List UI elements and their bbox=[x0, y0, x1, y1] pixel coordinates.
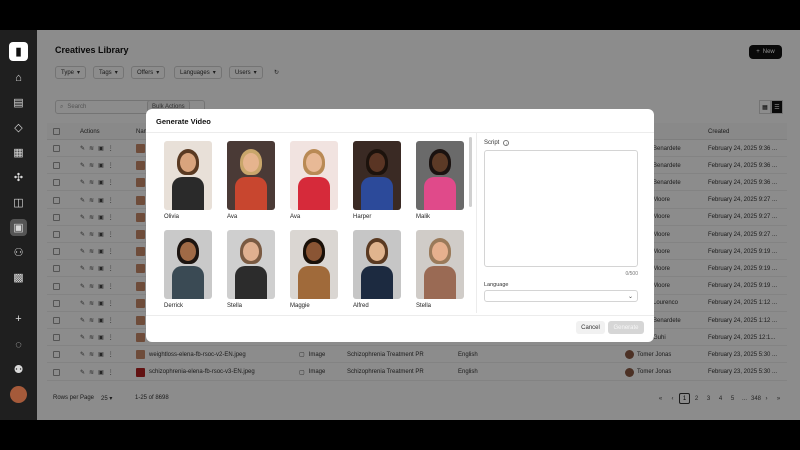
info-icon[interactable]: i bbox=[503, 140, 510, 146]
script-label: Script i bbox=[484, 140, 510, 146]
home-icon[interactable]: ⌂ bbox=[10, 69, 27, 86]
avatar-preview-image[interactable] bbox=[290, 230, 338, 299]
avatar-name: Olivia bbox=[164, 214, 180, 220]
avatar-card[interactable]: Stella bbox=[227, 230, 275, 311]
avatar-preview-image[interactable] bbox=[353, 141, 401, 210]
users-icon[interactable]: ⚉ bbox=[10, 361, 27, 378]
avatar-card[interactable]: Harper bbox=[353, 141, 401, 222]
avatar-name: Harper bbox=[353, 214, 372, 220]
avatar-card[interactable]: Alfred bbox=[353, 230, 401, 311]
divider bbox=[476, 133, 477, 313]
avatar-preview-image[interactable] bbox=[164, 141, 212, 210]
network-icon[interactable]: ✣ bbox=[10, 169, 27, 186]
avatar-preview-image[interactable] bbox=[416, 230, 464, 299]
avatar-name: Maggie bbox=[290, 303, 310, 309]
avatar-preview-image[interactable] bbox=[353, 230, 401, 299]
org-icon[interactable]: ⚇ bbox=[10, 244, 27, 261]
grid-icon[interactable]: ▦ bbox=[10, 144, 27, 161]
avatar-name: Ava bbox=[227, 214, 238, 220]
apps-icon[interactable]: ▩ bbox=[10, 269, 27, 286]
avatar-preview-image[interactable] bbox=[416, 141, 464, 210]
avatar-name: Derrick bbox=[164, 303, 183, 309]
divider bbox=[146, 315, 654, 316]
avatar-card[interactable]: Malik bbox=[416, 141, 464, 222]
library-icon[interactable]: ▤ bbox=[10, 94, 27, 111]
avatar-card[interactable]: Stella bbox=[416, 230, 464, 311]
app-frame: ▮ ⌂ ▤ ◇ ▦ ✣ ◫ ▣ ⚇ ▩ + ◌ ⚉ Creatives Libr… bbox=[0, 30, 800, 420]
avatar-grid: Olivia Ava Ava Harper Malik Derrick Stel… bbox=[156, 137, 474, 317]
script-char-counter: 0/500 bbox=[625, 271, 638, 277]
language-select[interactable]: ⌄ bbox=[484, 290, 638, 302]
tag-icon[interactable]: ◇ bbox=[10, 119, 27, 136]
generate-button[interactable]: Generate bbox=[608, 321, 644, 334]
avatar-card[interactable]: Ava bbox=[290, 141, 338, 222]
logo-icon[interactable]: ▮ bbox=[9, 42, 28, 61]
modal-title: Generate Video bbox=[156, 117, 211, 126]
plus-icon[interactable]: + bbox=[10, 310, 27, 327]
cancel-button[interactable]: Cancel bbox=[576, 321, 605, 334]
avatar-card[interactable]: Maggie bbox=[290, 230, 338, 311]
avatar-preview-image[interactable] bbox=[290, 141, 338, 210]
avatar-name: Stella bbox=[227, 303, 243, 309]
generate-video-modal: Generate Video Olivia Ava Ava Harper Mal… bbox=[146, 109, 654, 342]
avatar-name: Ava bbox=[290, 214, 301, 220]
avatar-preview-image[interactable] bbox=[164, 230, 212, 299]
chat-icon[interactable]: ▣ bbox=[10, 219, 27, 236]
avatar-scrollbar[interactable] bbox=[469, 137, 472, 207]
bell-icon[interactable]: ◌ bbox=[10, 336, 27, 353]
avatar-card[interactable]: Olivia bbox=[164, 141, 212, 222]
sidebar: ▮ ⌂ ▤ ◇ ▦ ✣ ◫ ▣ ⚇ ▩ + ◌ ⚉ bbox=[0, 30, 37, 420]
script-textarea[interactable] bbox=[484, 150, 638, 267]
avatar-card[interactable]: Ava bbox=[227, 141, 275, 222]
avatar-preview-image[interactable] bbox=[227, 230, 275, 299]
avatar-name: Malik bbox=[416, 214, 431, 220]
language-label: Language bbox=[484, 282, 509, 288]
divider bbox=[146, 132, 654, 133]
script-label-text: Script bbox=[484, 140, 500, 146]
avatar-preview-image[interactable] bbox=[227, 141, 275, 210]
layers-icon[interactable]: ◫ bbox=[10, 194, 27, 211]
avatar-name: Alfred bbox=[353, 303, 369, 309]
avatar-card[interactable]: Derrick bbox=[164, 230, 212, 311]
avatar-name: Stella bbox=[416, 303, 432, 309]
user-avatar[interactable] bbox=[10, 386, 27, 403]
chevron-down-icon: ⌄ bbox=[627, 293, 633, 300]
